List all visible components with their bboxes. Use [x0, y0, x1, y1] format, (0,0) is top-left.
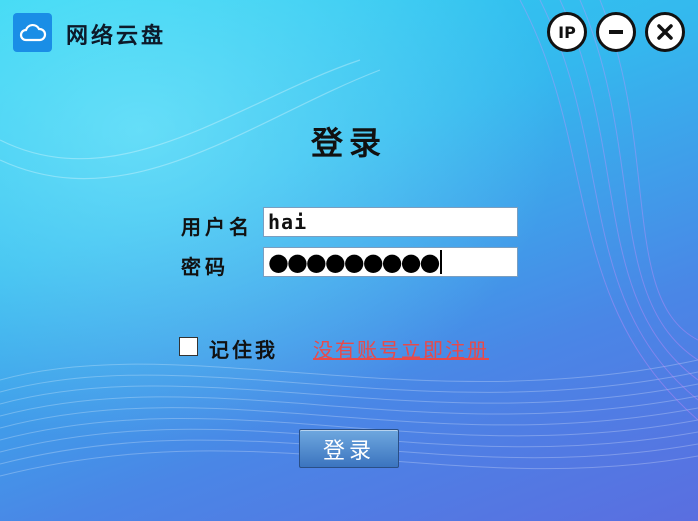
login-heading: 登录 [310, 124, 387, 162]
username-value: hai [268, 210, 308, 234]
username-input[interactable]: hai [263, 207, 518, 237]
cloud-icon [19, 23, 46, 41]
username-label: 用户名 [181, 215, 253, 239]
password-input[interactable]: ●●●●●●●●● [263, 247, 518, 277]
app-title: 网络云盘 [66, 23, 167, 49]
password-masked-value: ●●●●●●●●● [268, 248, 440, 276]
login-button[interactable]: 登录 [299, 429, 399, 468]
close-button[interactable] [645, 12, 685, 52]
password-label: 密码 [181, 255, 229, 279]
ip-label: IP [558, 22, 576, 42]
close-circle-icon [657, 24, 673, 40]
register-link[interactable]: 没有账号立即注册 [313, 334, 489, 363]
remember-me-label[interactable]: 记住我 [209, 334, 278, 363]
remember-me-checkbox[interactable] [179, 337, 198, 356]
minus-circle-icon [609, 30, 623, 34]
minimize-button[interactable] [596, 12, 636, 52]
text-caret [440, 250, 443, 274]
login-button-label: 登录 [322, 438, 375, 464]
app-logo [13, 13, 52, 52]
ip-settings-button[interactable]: IP [547, 12, 587, 52]
